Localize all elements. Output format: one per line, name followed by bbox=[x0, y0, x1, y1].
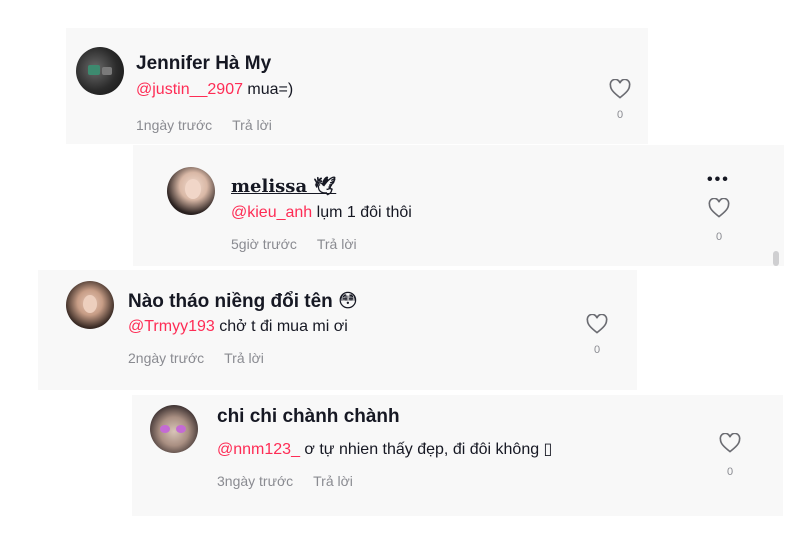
comment-username[interactable]: Jennifer Hà My bbox=[136, 53, 271, 75]
scrollbar-thumb[interactable] bbox=[773, 251, 779, 266]
avatar[interactable] bbox=[150, 405, 198, 453]
avatar[interactable] bbox=[76, 47, 124, 95]
comment-mention[interactable]: @kieu_anh bbox=[231, 204, 312, 221]
comment-timestamp: 1ngày trước bbox=[136, 117, 213, 133]
comment-mention[interactable]: @Trmyy193 bbox=[128, 318, 215, 335]
comment-card: Nào tháo niềng đổi tên 😳 @Trmyy193 chở t… bbox=[38, 270, 637, 390]
reply-button[interactable]: Trả lời bbox=[313, 473, 353, 489]
comment-mention[interactable]: @nnm123_ bbox=[217, 441, 300, 458]
comment-card: chi chi chành chành @nnm123_ ơ tự nhien … bbox=[132, 395, 783, 516]
heart-outline-icon[interactable] bbox=[609, 79, 631, 99]
reply-button[interactable]: Trả lời bbox=[232, 117, 272, 133]
comment-mention[interactable]: @justin__2907 bbox=[136, 81, 243, 98]
comment-text: @Trmyy193 chở t đi mua mi ơi bbox=[128, 318, 348, 336]
comment-username[interactable]: Nào tháo niềng đổi tên 😳 bbox=[128, 290, 358, 313]
avatar[interactable] bbox=[167, 167, 215, 215]
comment-timestamp: 5giờ trước bbox=[231, 236, 297, 252]
like-count: 0 bbox=[726, 466, 734, 478]
like-count: 0 bbox=[616, 109, 624, 121]
comment-meta: 1ngày trước Trả lời bbox=[136, 117, 272, 133]
avatar[interactable] bbox=[66, 281, 114, 329]
comment-body: lụm 1 đôi thôi bbox=[312, 204, 412, 221]
comment-timestamp: 3ngày trước bbox=[217, 473, 294, 489]
comment-text: @kieu_anh lụm 1 đôi thôi bbox=[231, 204, 412, 222]
comment-username[interactable]: chi chi chành chành bbox=[217, 406, 400, 428]
comment-username[interactable]: 𝐦𝐞𝐥𝐢𝐬𝐬𝐚 🕊 bbox=[231, 176, 336, 197]
comment-body: mua=) bbox=[242, 81, 294, 98]
heart-outline-icon[interactable] bbox=[719, 433, 741, 453]
comment-text: @justin__2907 mua=) bbox=[136, 81, 293, 99]
comment-text: @nnm123_ ơ tự nhien thấy đẹp, đi đôi khô… bbox=[217, 439, 552, 459]
comment-meta: 3ngày trước Trả lời bbox=[217, 473, 353, 489]
comment-body: ơ tự nhien thấy đẹp, đi đôi không ▯ bbox=[299, 441, 553, 458]
heart-outline-icon[interactable] bbox=[586, 314, 608, 334]
comment-body: chở t đi mua mi ơi bbox=[214, 318, 348, 335]
heart-outline-icon[interactable] bbox=[708, 198, 730, 218]
like-count: 0 bbox=[715, 231, 723, 243]
comment-meta: 2ngày trước Trả lời bbox=[128, 350, 264, 366]
reply-button[interactable]: Trả lời bbox=[224, 350, 264, 366]
like-count: 0 bbox=[593, 344, 601, 356]
comment-card: 𝐦𝐞𝐥𝐢𝐬𝐬𝐚 🕊 @kieu_anh lụm 1 đôi thôi 5giờ … bbox=[133, 145, 784, 266]
more-horizontal-icon[interactable]: ••• bbox=[707, 171, 730, 189]
comment-card: Jennifer Hà My @justin__2907 mua=) 1ngày… bbox=[66, 28, 648, 144]
reply-button[interactable]: Trả lời bbox=[317, 236, 357, 252]
comment-timestamp: 2ngày trước bbox=[128, 350, 205, 366]
comment-meta: 5giờ trước Trả lời bbox=[231, 236, 357, 252]
